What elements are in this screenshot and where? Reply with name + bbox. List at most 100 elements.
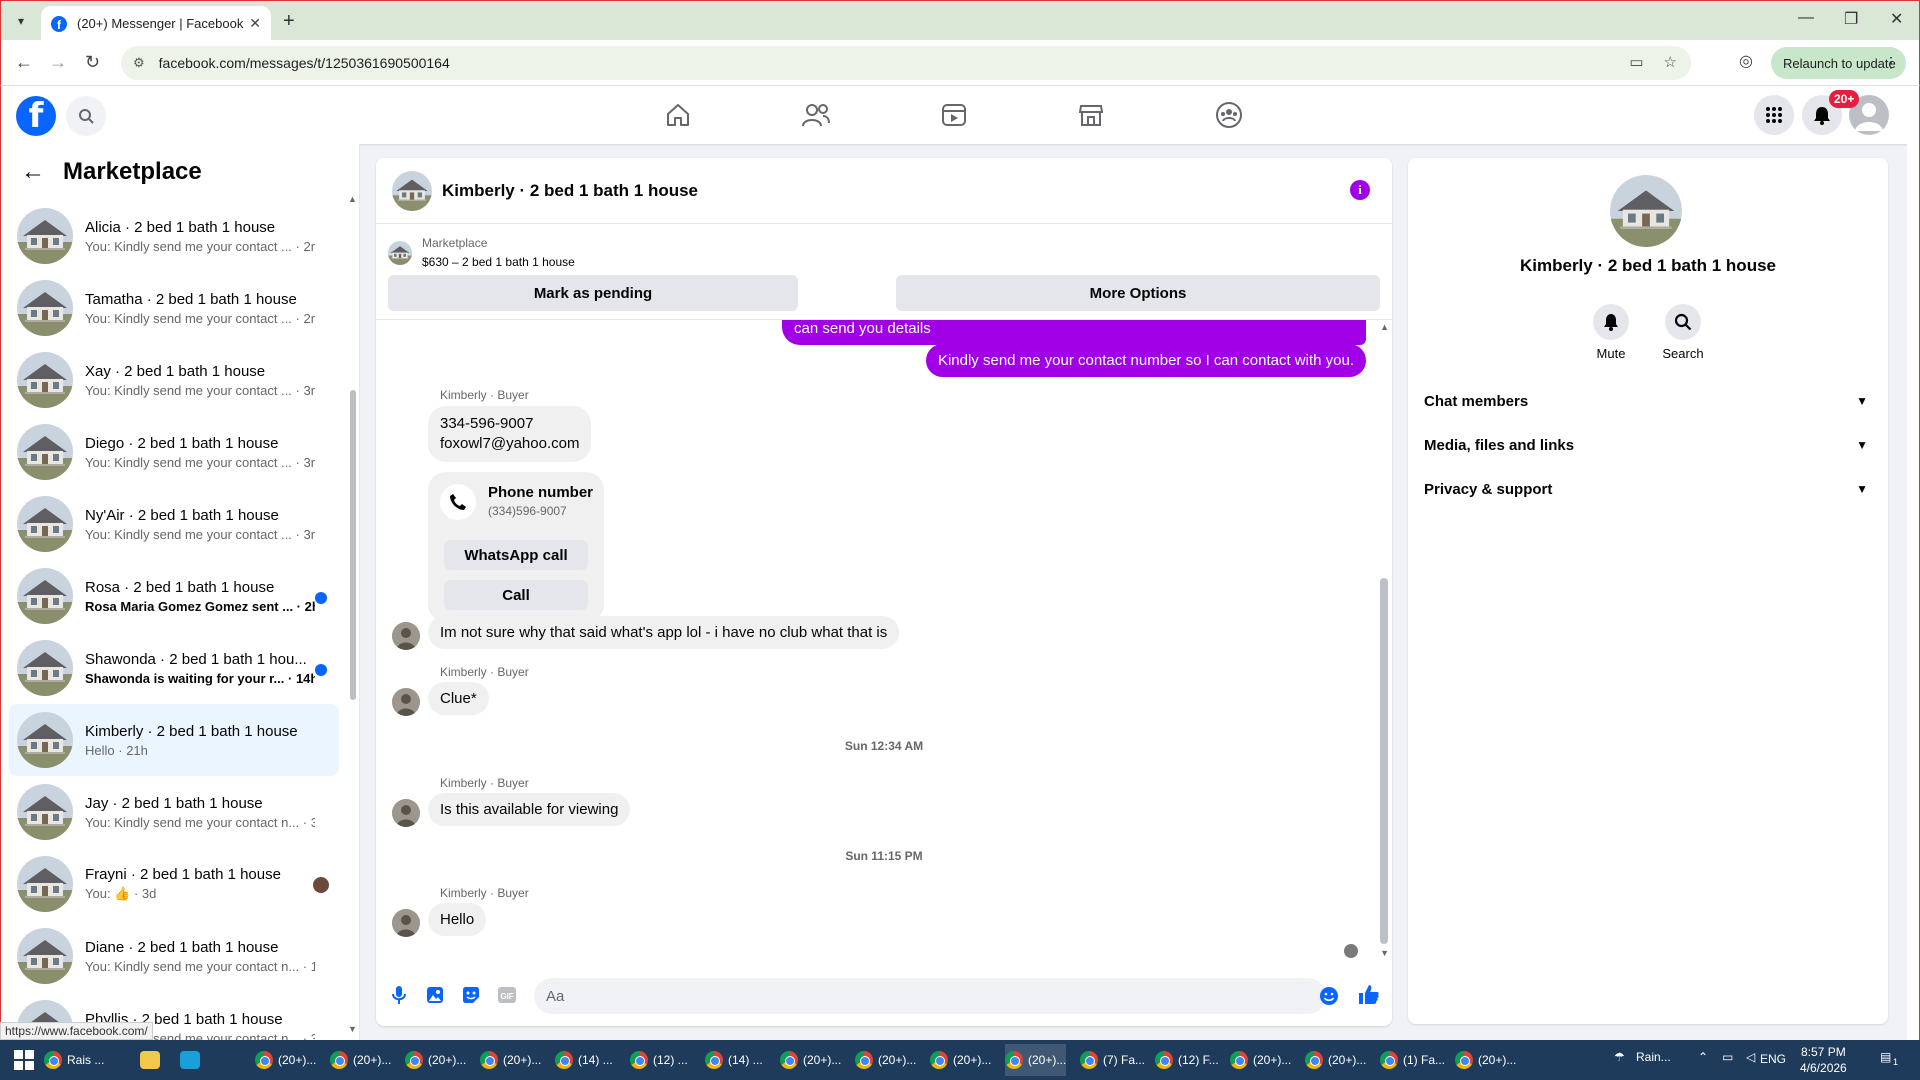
scroll-down-arrow-icon[interactable]: ▼ (1380, 948, 1389, 958)
taskbar-window[interactable]: (1) Fa... (1380, 1044, 1445, 1076)
chat-members-section[interactable]: Chat members ▼ (1424, 381, 1872, 421)
scroll-up-arrow-icon[interactable]: ▲ (348, 194, 357, 204)
weather-label[interactable]: Rain... (1636, 1050, 1671, 1064)
conversation-item[interactable]: Frayni · 2 bed 1 bath 1 house You: 👍 · 3d (9, 848, 339, 920)
message-input[interactable] (534, 978, 1326, 1014)
taskbar-window[interactable]: (12) ... (630, 1044, 688, 1076)
conversation-list-scrollbar[interactable] (350, 390, 356, 700)
taskbar-window[interactable]: (20+)... (1005, 1044, 1067, 1076)
page-scrollbar[interactable] (1907, 86, 1920, 1040)
mark-as-pending-button[interactable]: Mark as pending (388, 275, 798, 311)
friends-icon[interactable] (801, 100, 831, 130)
taskbar-window[interactable]: (20+)... (405, 1044, 466, 1076)
taskbar-clock[interactable]: 8:57 PM 4/6/2026 (1800, 1044, 1847, 1076)
language-indicator[interactable]: ENG (1760, 1052, 1786, 1066)
thumbs-up-icon[interactable] (1358, 983, 1380, 1005)
show-hidden-icons-icon[interactable]: ⌃ (1698, 1050, 1708, 1064)
restore-button[interactable]: ❐ (1844, 9, 1858, 29)
listing-profile-photo[interactable] (1610, 175, 1682, 247)
taskbar-window[interactable]: (20+)... (780, 1044, 841, 1076)
groups-icon[interactable] (1214, 100, 1244, 130)
close-tab-icon[interactable]: ✕ (249, 15, 261, 32)
video-icon[interactable] (939, 100, 969, 130)
install-app-icon[interactable]: ▭ (1629, 53, 1643, 71)
mute-action[interactable]: Mute (1576, 304, 1646, 361)
profile-icon[interactable]: ◎ (1739, 51, 1753, 71)
chat-title[interactable]: Kimberly · 2 bed 1 bath 1 house (442, 181, 698, 201)
media-files-links-section[interactable]: Media, files and links ▼ (1424, 425, 1872, 465)
emoji-icon[interactable] (1318, 985, 1340, 1007)
taskbar-window[interactable]: (20+)... (330, 1044, 391, 1076)
gif-icon[interactable]: GIF (496, 984, 518, 1006)
weather-icon[interactable]: ☂ (1614, 1050, 1625, 1064)
conversation-item[interactable]: Ny'Air · 2 bed 1 bath 1 house You: Kindly… (9, 488, 339, 560)
call-button[interactable]: Call (444, 580, 588, 610)
sender-avatar[interactable] (392, 909, 420, 937)
minimize-button[interactable]: — (1798, 9, 1814, 27)
relaunch-to-update-button[interactable]: Relaunch to update ⋮ (1771, 47, 1906, 79)
edge-icon[interactable] (180, 1044, 200, 1076)
sender-avatar[interactable] (392, 799, 420, 827)
tab-search-button[interactable]: ▾ (9, 9, 33, 33)
file-explorer-icon[interactable] (140, 1044, 160, 1076)
taskbar-window[interactable]: (20+)... (480, 1044, 541, 1076)
taskbar-window[interactable]: (12) F... (1155, 1044, 1219, 1076)
incoming-message[interactable]: Is this available for viewing (428, 793, 631, 826)
outgoing-message[interactable]: can send you details (782, 320, 1366, 345)
forward-arrow-icon[interactable]: → (49, 52, 67, 73)
home-icon[interactable] (663, 100, 693, 130)
taskbar-window[interactable]: Rais ... (44, 1044, 104, 1076)
notification-center-icon[interactable]: ▤ (1880, 1050, 1891, 1064)
microphone-icon[interactable] (388, 984, 410, 1006)
network-icon[interactable]: ▭ (1722, 1050, 1733, 1064)
new-tab-button[interactable]: + (283, 10, 295, 33)
address-bar[interactable]: ⚙ facebook.com/messages/t/12503616905001… (121, 46, 1691, 80)
taskbar-window[interactable]: (14) ... (555, 1044, 613, 1076)
conversation-item[interactable]: Xay · 2 bed 1 bath 1 house You: Kindly se… (9, 344, 339, 416)
search-icon[interactable] (66, 96, 106, 136)
reload-icon[interactable]: ↻ (85, 52, 100, 73)
sticker-icon[interactable] (460, 984, 482, 1006)
conversation-info-icon[interactable]: i (1350, 180, 1370, 200)
listing-info[interactable]: Marketplace $630 – 2 bed 1 bath 1 house (388, 234, 575, 272)
sender-avatar[interactable] (392, 688, 420, 716)
scroll-up-arrow-icon[interactable]: ▲ (1380, 322, 1389, 332)
facebook-logo[interactable]: f (16, 96, 56, 136)
back-arrow-icon[interactable]: ← (21, 158, 45, 186)
incoming-message[interactable]: 334-596-9007 foxowl7@yahoo.com (428, 406, 592, 462)
bookmark-star-icon[interactable]: ☆ (1664, 53, 1677, 71)
browser-menu-icon[interactable]: ⋮ (1884, 54, 1898, 71)
chat-scrollbar[interactable] (1380, 578, 1388, 944)
browser-tab-messenger[interactable]: f (20+) Messenger | Facebook ✕ (41, 6, 271, 41)
incoming-message[interactable]: Hello (428, 903, 487, 936)
incoming-message[interactable]: Clue* (428, 682, 489, 715)
site-info-icon[interactable]: ⚙ (133, 55, 145, 71)
taskbar-window[interactable]: (14) ... (705, 1044, 763, 1076)
taskbar-window[interactable]: (20+)... (1455, 1044, 1516, 1076)
sender-avatar[interactable] (392, 622, 420, 650)
whatsapp-call-button[interactable]: WhatsApp call (444, 540, 588, 570)
taskbar-window[interactable]: (20+)... (1305, 1044, 1366, 1076)
conversation-item[interactable]: Diego · 2 bed 1 bath 1 house You: Kindly … (9, 416, 339, 488)
conversation-item[interactable]: Rosa · 2 bed 1 bath 1 house Rosa Maria Go… (9, 560, 339, 632)
conversation-item[interactable]: Jay · 2 bed 1 bath 1 house You: Kindly se… (9, 776, 339, 848)
listing-avatar[interactable] (392, 170, 432, 211)
photo-icon[interactable] (424, 984, 446, 1006)
volume-icon[interactable]: ◁ (1746, 1050, 1755, 1064)
privacy-support-section[interactable]: Privacy & support ▼ (1424, 469, 1872, 509)
conversation-item[interactable]: Kimberly · 2 bed 1 bath 1 house Hello · 2… (9, 704, 339, 776)
windows-start-icon[interactable] (14, 1050, 34, 1070)
scroll-down-arrow-icon[interactable]: ▼ (348, 1024, 357, 1034)
back-arrow-icon[interactable]: ← (15, 52, 33, 73)
more-options-button[interactable]: More Options (896, 275, 1380, 311)
close-window-button[interactable]: ✕ (1890, 9, 1903, 29)
taskbar-window[interactable]: (20+)... (1230, 1044, 1291, 1076)
conversation-item[interactable]: Alicia · 2 bed 1 bath 1 house You: Kindly… (9, 200, 339, 272)
taskbar-window[interactable]: (20+)... (855, 1044, 916, 1076)
taskbar-window[interactable]: (20+)... (930, 1044, 991, 1076)
incoming-message[interactable]: Im not sure why that said what's app lol… (428, 616, 900, 649)
outgoing-message[interactable]: Kindly send me your contact number so I … (925, 344, 1366, 377)
conversation-item[interactable]: Diane · 2 bed 1 bath 1 house You: Kindly … (9, 920, 339, 992)
menu-grid-icon[interactable] (1754, 95, 1794, 135)
taskbar-window[interactable]: (20+)... (255, 1044, 316, 1076)
